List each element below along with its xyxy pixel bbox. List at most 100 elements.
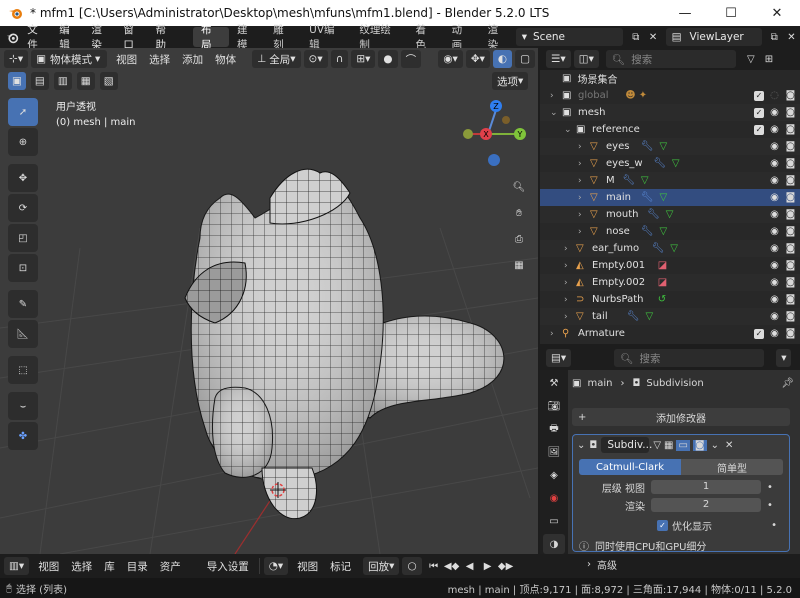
- prev-keyframe-icon[interactable]: ◀◆: [443, 557, 461, 575]
- delete-scene-icon[interactable]: ✕: [644, 28, 661, 46]
- menu-window[interactable]: 窗口: [117, 24, 149, 51]
- vertex-group-icon[interactable]: ▽: [660, 192, 668, 203]
- outliner-row-global[interactable]: › ▣ global ☻ ✦ ✓ ◌ ◙: [540, 87, 800, 104]
- bottom-menu-view[interactable]: 视图: [32, 556, 65, 576]
- tab-sculpting[interactable]: 雕刻: [265, 24, 301, 51]
- wrench-modifier-icon[interactable]: 🔧︎: [653, 158, 666, 169]
- zoom-icon[interactable]: 🔍︎: [506, 174, 532, 200]
- render-camera-icon[interactable]: ◙: [785, 124, 796, 135]
- delete-view-layer-icon[interactable]: ✕: [783, 28, 800, 46]
- blender-menu-icon[interactable]: [4, 28, 21, 46]
- close-window-button[interactable]: ✕: [754, 0, 800, 26]
- pivot-point-dropdown[interactable]: ⊙ ▾: [303, 50, 328, 68]
- outliner-row-m[interactable]: › ▽ M 🔧︎ ▽ ◉ ◙: [540, 172, 800, 189]
- vertex-icon[interactable]: ▽: [653, 440, 661, 451]
- eye-icon[interactable]: ◉: [769, 192, 780, 203]
- options-dropdown[interactable]: 选项 ▾: [492, 72, 529, 90]
- overlays-toggle[interactable]: ◐: [492, 50, 513, 68]
- vertex-group-icon[interactable]: ▽: [646, 311, 654, 322]
- curve-data-icon[interactable]: ↺: [658, 294, 666, 305]
- wrench-modifier-icon[interactable]: 🔧︎: [647, 209, 660, 220]
- import-settings-button[interactable]: 导入设置: [201, 556, 255, 576]
- eye-icon[interactable]: ◉: [769, 175, 780, 186]
- outliner-row-ear-fumo[interactable]: › ▽ ear_fumo 🔧︎ ▽ ◉ ◙: [540, 240, 800, 257]
- image-icon[interactable]: ◪: [658, 260, 667, 271]
- exclude-checkbox[interactable]: ✓: [754, 90, 764, 101]
- expand-chevron-right-icon[interactable]: ›: [578, 227, 582, 237]
- pin-icon[interactable]: 📌︎: [781, 378, 794, 389]
- timeline-menu-view[interactable]: 视图: [291, 556, 324, 576]
- render-camera-icon[interactable]: ◙: [785, 158, 796, 169]
- constraint-icon[interactable]: ☻ ✦: [625, 90, 647, 101]
- measure-tool[interactable]: 📐︎: [8, 320, 38, 348]
- tab-animation[interactable]: 动画: [444, 24, 480, 51]
- advanced-row[interactable]: › 高级: [573, 557, 789, 572]
- outliner-search-input[interactable]: 🔍︎ 搜索: [605, 50, 736, 68]
- select-intersect-icon[interactable]: ▧: [99, 72, 118, 90]
- tool-tab-icon[interactable]: ⚒: [543, 373, 565, 393]
- timeline-editor-type[interactable]: ◔ ▾: [263, 557, 289, 575]
- wrench-modifier-icon[interactable]: 🔧︎: [652, 243, 665, 254]
- move-tool[interactable]: ✥: [8, 164, 38, 192]
- wrench-modifier-icon[interactable]: 🔧︎: [641, 141, 654, 152]
- viewport-menu-add[interactable]: 添加: [176, 50, 209, 68]
- render-camera-icon[interactable]: ◙: [785, 209, 796, 220]
- select-box-tool[interactable]: ➚: [8, 98, 38, 126]
- render-camera-icon[interactable]: ◙: [785, 294, 796, 305]
- eye-icon[interactable]: ◉: [769, 277, 780, 288]
- menu-render[interactable]: 渲染: [85, 24, 117, 51]
- wrench-modifier-icon[interactable]: 🔧︎: [627, 311, 640, 322]
- tab-texture-paint[interactable]: 纹理绘制: [351, 24, 407, 51]
- render-camera-icon[interactable]: ◙: [785, 107, 796, 118]
- render-camera-icon[interactable]: ◙: [785, 277, 796, 288]
- outliner-row-mouth[interactable]: › ▽ mouth 🔧︎ ▽ ◉ ◙: [540, 206, 800, 223]
- render-camera-icon[interactable]: ◙: [785, 260, 796, 271]
- timeline-menu-marker[interactable]: 标记: [324, 556, 357, 576]
- eye-icon[interactable]: ◉: [769, 311, 780, 322]
- expand-chevron-down-icon[interactable]: ⌄: [564, 125, 572, 135]
- playback-dropdown[interactable]: 回放 ▾: [363, 557, 400, 575]
- outliner-row-reference[interactable]: ⌄ ▣ reference ✓ ◉ ◙: [540, 121, 800, 138]
- expand-chevron-right-icon[interactable]: ›: [564, 312, 568, 322]
- viewport-gizmo-toggle[interactable]: ✥ ▾: [465, 50, 490, 68]
- edit-mode-icon[interactable]: ▦: [664, 440, 673, 451]
- properties-search-input[interactable]: 🔍︎ 搜索: [614, 349, 765, 367]
- animate-dot-icon[interactable]: •: [767, 482, 773, 493]
- view-layer-tab-icon[interactable]: 🖼︎: [543, 442, 565, 462]
- eye-icon[interactable]: ◉: [769, 243, 780, 254]
- outliner-row-tail[interactable]: › ▽ tail 🔧︎ ▽ ◉ ◙: [540, 308, 800, 325]
- expand-chevron-right-icon[interactable]: ›: [564, 244, 568, 254]
- eye-hidden-icon[interactable]: ◌: [769, 90, 780, 101]
- menu-edit[interactable]: 编辑: [53, 24, 85, 51]
- play-reverse-icon[interactable]: ◀: [461, 557, 479, 575]
- wrench-modifier-icon[interactable]: 🔧︎: [641, 192, 654, 203]
- add-modifier-button[interactable]: + 添加修改器: [572, 408, 790, 426]
- render-tab-icon[interactable]: 📷︎: [543, 396, 565, 416]
- asset-editor-type[interactable]: ▥ ▾: [4, 557, 30, 575]
- exclude-checkbox[interactable]: ✓: [754, 328, 764, 339]
- eye-icon[interactable]: ◉: [769, 158, 780, 169]
- select-subtract-icon[interactable]: ▥: [53, 72, 72, 90]
- expand-chevron-right-icon[interactable]: ›: [550, 329, 554, 339]
- outliner-row-eyes[interactable]: › ▽ eyes 🔧︎ ▽ ◉ ◙: [540, 138, 800, 155]
- transform-orientation-dropdown[interactable]: ⊥ 全局 ▾: [252, 50, 301, 68]
- scale-tool[interactable]: ◰: [8, 224, 38, 252]
- expand-chevron-right-icon[interactable]: ›: [564, 295, 568, 305]
- simple-option[interactable]: 简单型: [681, 459, 783, 475]
- bottom-menu-select[interactable]: 选择: [65, 556, 98, 576]
- addon-tool[interactable]: ✤: [8, 422, 38, 450]
- bottom-menu-assets[interactable]: 资产: [154, 556, 187, 576]
- eye-icon[interactable]: ◉: [769, 226, 780, 237]
- eye-icon[interactable]: ◉: [769, 260, 780, 271]
- render-camera-icon[interactable]: ◙: [785, 243, 796, 254]
- remove-modifier-icon[interactable]: ✕: [725, 440, 733, 451]
- outliner-row-main[interactable]: › ▽ main 🔧︎ ▽ ◉ ◙: [540, 189, 800, 206]
- vertex-group-icon[interactable]: ▽: [660, 141, 668, 152]
- bottom-menu-library[interactable]: 库: [98, 556, 121, 576]
- visibility-dropdown[interactable]: ◉ ▾: [438, 50, 463, 68]
- outliner-row-eyes-w[interactable]: › ▽ eyes_w 🔧︎ ▽ ◉ ◙: [540, 155, 800, 172]
- render-camera-icon[interactable]: ◙: [785, 311, 796, 322]
- eye-icon[interactable]: ◉: [769, 209, 780, 220]
- optimal-display-checkbox[interactable]: ✓: [657, 519, 668, 531]
- annotate-tool[interactable]: ✎: [8, 290, 38, 318]
